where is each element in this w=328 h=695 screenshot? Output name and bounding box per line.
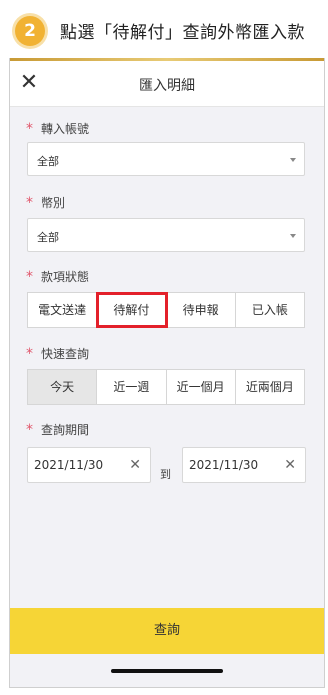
- instruction-banner: 2 點選「待解付」查詢外幣匯入款: [0, 0, 328, 58]
- header-bar: ✕ 匯入明細: [10, 61, 324, 107]
- currency-value: 全部: [37, 231, 59, 244]
- quick-option-today[interactable]: 今天: [28, 370, 98, 404]
- required-icon: *: [26, 269, 33, 285]
- start-date-field[interactable]: 2021/11/30 ✕: [27, 447, 151, 483]
- query-button[interactable]: 查詢: [10, 608, 324, 654]
- account-select[interactable]: 全部: [27, 142, 305, 176]
- end-date-field[interactable]: 2021/11/30 ✕: [182, 447, 306, 483]
- instruction-text: 點選「待解付」查詢外幣匯入款: [60, 23, 305, 43]
- status-option-pending-payout[interactable]: 待解付: [96, 292, 168, 328]
- quick-option-week[interactable]: 近一週: [97, 370, 167, 404]
- required-icon: *: [26, 422, 33, 438]
- quick-query-label: * 快速查詢: [26, 346, 90, 362]
- required-icon: *: [26, 121, 33, 137]
- chevron-down-icon: [290, 158, 296, 162]
- status-option-credited[interactable]: 已入帳: [236, 293, 304, 327]
- chevron-down-icon: [290, 234, 296, 238]
- to-label: 到: [160, 468, 171, 481]
- required-icon: *: [26, 195, 33, 211]
- required-icon: *: [26, 346, 33, 362]
- end-date-value: 2021/11/30: [189, 458, 259, 472]
- home-indicator: [111, 669, 223, 673]
- quick-query-segment: 今天 近一週 近一個月 近兩個月: [27, 369, 305, 405]
- status-label: * 款項狀態: [26, 269, 90, 285]
- phone-screen: ✕ 匯入明細 * 轉入帳號 全部 * 幣別 全部 * 款項狀態 電文送達 待解付 待申…: [9, 58, 325, 688]
- quick-option-two-months[interactable]: 近兩個月: [236, 370, 304, 404]
- status-segment: 電文送達 待解付 待申報 已入帳: [27, 292, 305, 328]
- clear-icon[interactable]: ✕: [129, 457, 141, 473]
- start-date-value: 2021/11/30: [34, 458, 104, 472]
- currency-label: * 幣別: [26, 195, 66, 211]
- status-option-sent[interactable]: 電文送達: [28, 293, 98, 327]
- page-title: 匯入明細: [139, 78, 195, 94]
- status-option-pending-declare[interactable]: 待申報: [167, 293, 236, 327]
- account-label: * 轉入帳號: [26, 121, 90, 137]
- period-label: * 查詢期間: [26, 422, 90, 438]
- clear-icon[interactable]: ✕: [284, 457, 296, 473]
- account-value: 全部: [37, 155, 59, 168]
- quick-option-month[interactable]: 近一個月: [167, 370, 236, 404]
- step-badge: 2: [15, 16, 45, 46]
- currency-select[interactable]: 全部: [27, 218, 305, 252]
